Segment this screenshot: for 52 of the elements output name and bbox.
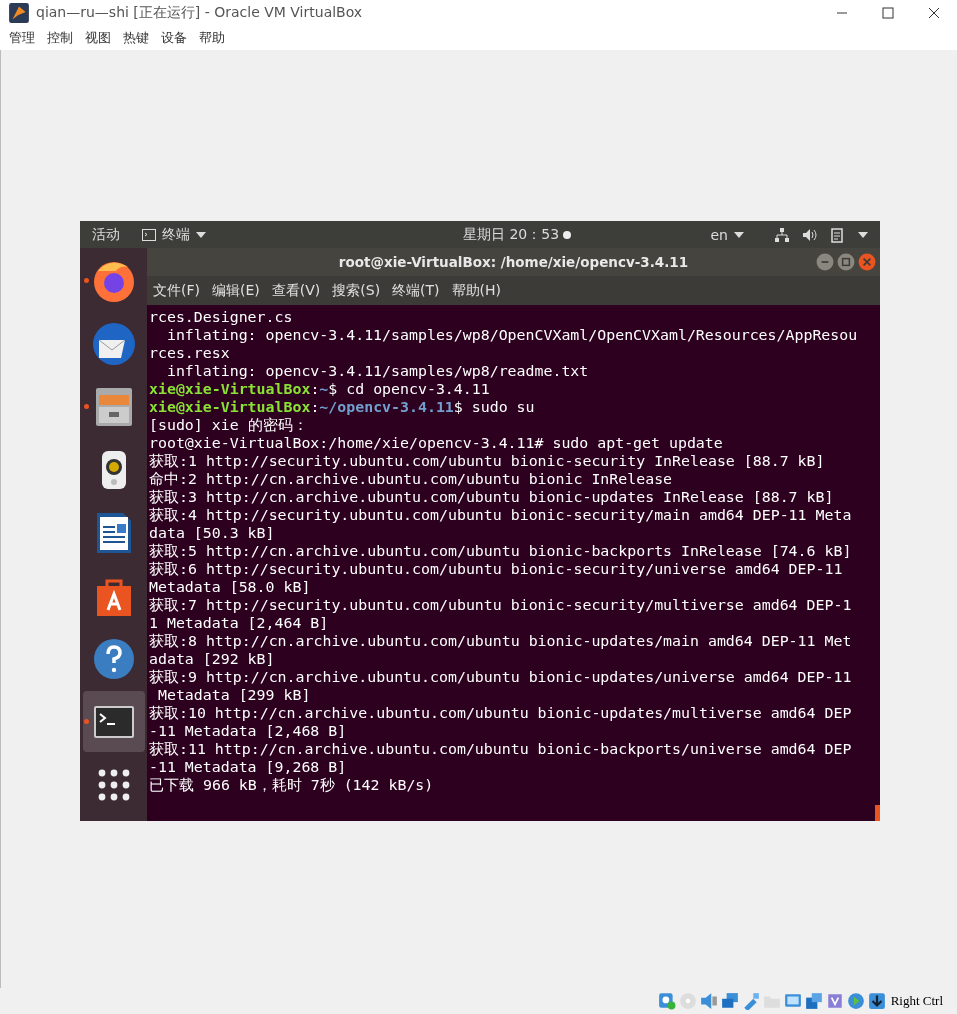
terminal-text: inflating: opencv-3.4.11/samples/wp8/readme.txt	[165, 362, 589, 380]
terminal-text: inflating: opencv-3.4.11/samples/wp8/OpenCVXaml/OpenCVXaml/Resources/AppResou	[165, 326, 858, 344]
terminal-text: 获取:1 http://security.ubuntu.com/ubuntu bionic-security InRelease [88.7 kB]	[149, 452, 825, 470]
language-menu[interactable]: en	[710, 226, 744, 243]
menu-item[interactable]: 控制	[47, 28, 73, 47]
terminal-text: 获取:8 http://cn.archive.ubuntu.com/ubuntu bionic-updates/main amd64 DEP-11 Met	[149, 632, 852, 650]
clock[interactable]: 星期日 20：53	[463, 225, 560, 244]
terminal-text: root@xie-VirtualBox:/home/xie/opencv-3.4.11# sudo apt-get update	[149, 434, 723, 452]
menu-item[interactable]: 帮助	[199, 28, 225, 47]
terminal-text: 获取:9 http://cn.archive.ubuntu.com/ubuntu bionic-updates/universe amd64 DEP-11	[149, 668, 852, 686]
prompt-path: ~/opencv-3.4.11	[319, 398, 454, 416]
menu-item[interactable]: 搜索(S)	[332, 281, 381, 300]
prompt-path: ~	[319, 380, 329, 398]
window-title: qian—ru—shi [正在运行] - Oracle VM VirtualBox	[36, 3, 363, 22]
terminal-text: :	[310, 380, 320, 398]
terminal-text: 获取:7 http://security.ubuntu.com/ubuntu bionic-security/multiverse amd64 DEP-1	[149, 596, 852, 614]
terminal-text: adata [292 kB]	[149, 650, 275, 668]
menu-item[interactable]: 编辑(E)	[212, 281, 260, 300]
terminal-text: 获取:4 http://security.ubuntu.com/ubuntu bionic-security/main amd64 DEP-11 Meta	[149, 506, 852, 524]
terminal-text: $ cd opencv-3.4.11	[328, 380, 490, 398]
activities-button[interactable]: 活动	[92, 225, 120, 244]
terminal-text: Metadata [58.0 kB]	[149, 578, 311, 596]
terminal-text: [sudo] xie 的密码：	[149, 416, 308, 434]
terminal-text: -11 Metadata [9,268 B]	[149, 758, 347, 776]
terminal-text: Metadata [299 kB]	[156, 686, 311, 704]
app-menu[interactable]: 终端	[142, 225, 206, 244]
prompt-user: xie@xie-VirtualBox	[149, 398, 311, 416]
menu-item[interactable]: 终端(T)	[392, 281, 440, 300]
terminal-text: 1 Metadata [2,464 B]	[149, 614, 329, 632]
menu-item[interactable]: 查看(V)	[271, 281, 321, 300]
terminal-text: rces.resx	[149, 344, 230, 362]
terminal-text: 获取:3 http://cn.archive.ubuntu.com/ubuntu bionic-updates InRelease [88.7 kB]	[149, 488, 834, 506]
terminal-text: -11 Metadata [2,468 B]	[149, 722, 347, 740]
menu-item[interactable]: 热键	[123, 28, 149, 47]
terminal-text: 命中:2 http://cn.archive.ubuntu.com/ubuntu bionic InRelease	[149, 470, 673, 488]
terminal-text: data [50.3 kB]	[149, 524, 275, 542]
terminal-title: root@xie-VirtualBox: /home/xie/opencv-3.4.11	[338, 254, 689, 270]
terminal-text: 获取:5 http://cn.archive.ubuntu.com/ubuntu bionic-backports InRelease [74.6 kB]	[149, 542, 852, 560]
host-key-label: Right Ctrl	[890, 993, 943, 1009]
menu-item[interactable]: 文件(F)	[153, 281, 200, 300]
menu-item[interactable]: 视图	[85, 28, 111, 47]
terminal-text: 获取:11 http://cn.archive.ubuntu.com/ubuntu bionic-backports/universe amd64 DEP	[149, 740, 852, 758]
terminal-text: :	[310, 398, 320, 416]
menu-item[interactable]: 帮助(H)	[451, 281, 502, 300]
menu-item[interactable]: 设备	[161, 28, 187, 47]
terminal-text: 获取:6 http://security.ubuntu.com/ubuntu bionic-security/universe amd64 DEP-11	[149, 560, 843, 578]
terminal-text: rces.Designer.cs	[149, 308, 293, 326]
terminal-text: 获取:10 http://cn.archive.ubuntu.com/ubuntu bionic-updates/multiverse amd64 DEP	[149, 704, 852, 722]
terminal-text: $ sudo su	[453, 398, 535, 416]
prompt-user: xie@xie-VirtualBox	[149, 380, 311, 398]
menu-item[interactable]: 管理	[9, 28, 35, 47]
terminal-text: 已下载 966 kB，耗时 7秒 (142 kB/s)	[149, 776, 434, 794]
